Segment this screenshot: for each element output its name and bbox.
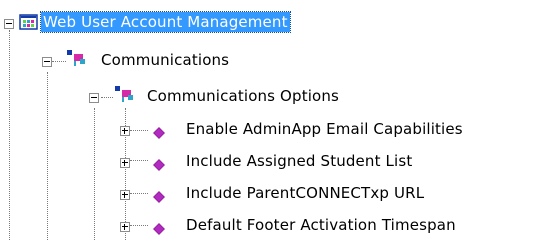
category-node-icon [66,49,90,69]
tree-node-option[interactable]: Enable AdminApp Email Capabilities [0,114,548,146]
expand-toggle-icon[interactable] [120,158,130,168]
purple-diamond-icon [153,188,165,203]
tree-node-communications[interactable]: Communications [0,44,548,76]
expand-toggle-icon[interactable] [120,126,130,136]
tree-node-label[interactable]: Enable AdminApp Email Capabilities [186,119,463,139]
tree-node-option[interactable]: Include ParentCONNECTxp URL [0,178,548,210]
collapse-toggle-icon[interactable] [42,57,52,67]
collapse-toggle-icon[interactable] [4,19,14,29]
expand-toggle-icon[interactable] [120,190,130,200]
purple-diamond-icon [153,124,165,139]
collapse-toggle-icon[interactable] [89,93,99,103]
category-node-icon [114,85,138,105]
tree-node-root[interactable]: Web User Account Management [0,6,548,38]
purple-diamond-icon [153,156,165,171]
tree-node-option[interactable]: Default Footer Activation Timespan [0,210,548,242]
tree-node-label[interactable]: Include Assigned Student List [186,151,412,171]
purple-diamond-icon [153,220,165,235]
settings-tree: Web User Account Management Communicatio… [0,0,548,240]
form-window-icon [19,13,39,31]
tree-node-option[interactable]: Include Assigned Student List [0,146,548,178]
tree-node-communications-options[interactable]: Communications Options [0,80,548,112]
tree-node-label[interactable]: Communications [101,50,229,70]
tree-node-label[interactable]: Include ParentCONNECTxp URL [186,183,424,203]
tree-node-label[interactable]: Communications Options [147,86,339,106]
tree-node-label[interactable]: Web User Account Management [40,11,291,33]
expand-toggle-icon[interactable] [120,222,130,232]
tree-node-label[interactable]: Default Footer Activation Timespan [186,215,456,235]
